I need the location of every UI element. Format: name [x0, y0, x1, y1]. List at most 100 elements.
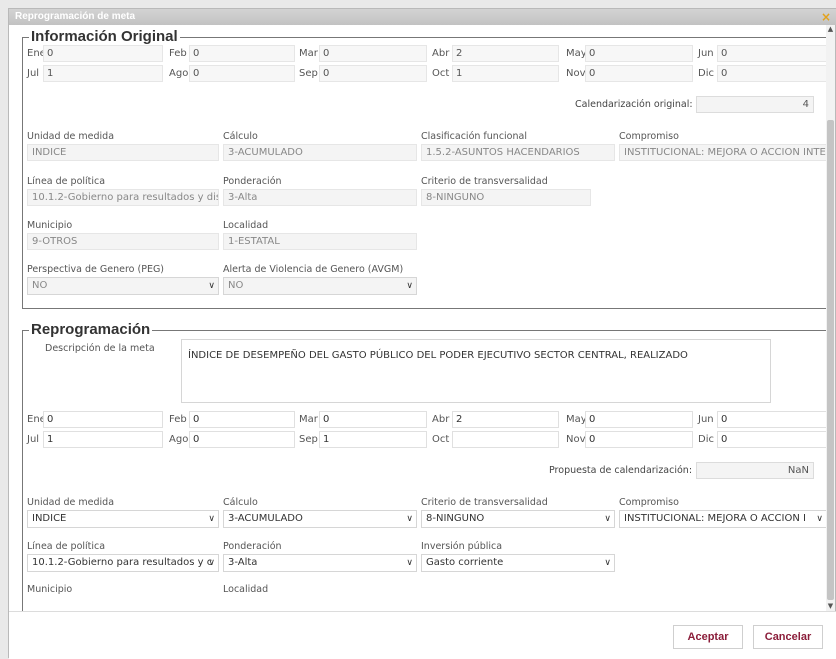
- propuesta-label: Propuesta de calendarización:: [549, 465, 693, 476]
- calculo-label: Cálculo: [223, 131, 258, 142]
- month-input[interactable]: 0: [717, 431, 827, 448]
- criterio-label: Criterio de transversalidad: [421, 176, 548, 187]
- chevron-down-icon: ∨: [208, 281, 215, 291]
- month-label: Ago: [169, 434, 189, 445]
- compromiso-value: INSTITUCIONAL: MEJORA O ACCION I: [624, 513, 806, 524]
- linea-value: 10.1.2-Gobierno para resultados y c: [32, 557, 213, 568]
- avgm-select[interactable]: NO ∨: [223, 277, 417, 295]
- localidad-value: 1-ESTATAL: [223, 233, 417, 250]
- month-label: Abr: [432, 414, 450, 425]
- month-input[interactable]: 0: [585, 431, 693, 448]
- month-label: May: [566, 48, 587, 59]
- linea-label: Línea de política: [27, 541, 106, 552]
- calendarizacion-original-label: Calendarización original:: [575, 99, 693, 110]
- month-input[interactable]: 0: [319, 411, 427, 428]
- month-value: 0: [585, 65, 693, 82]
- scroll-down-icon[interactable]: ▼: [826, 602, 835, 611]
- vertical-scrollbar[interactable]: ▲ ▼: [826, 25, 835, 611]
- month-label: Feb: [169, 414, 187, 425]
- criterio-label: Criterio de transversalidad: [421, 497, 548, 508]
- compromiso-select[interactable]: INSTITUCIONAL: MEJORA O ACCION I ∨: [619, 510, 827, 528]
- unidad-label: Unidad de medida: [27, 497, 115, 508]
- month-label: Nov: [566, 434, 586, 445]
- dialog-title: Reprogramación de meta: [15, 11, 136, 22]
- month-input[interactable]: 0: [43, 411, 163, 428]
- reprog-months-row1: Ene 0 Feb 0 Mar 0 Abr 2 May 0 Jun 0: [23, 411, 831, 431]
- ponderacion-label: Ponderación: [223, 176, 282, 187]
- municipio-label: Municipio: [27, 220, 73, 231]
- chevron-down-icon: ∨: [208, 514, 215, 524]
- dialog-titlebar[interactable]: Reprogramación de meta: [9, 9, 836, 25]
- month-value: 0: [717, 65, 827, 82]
- month-label: May: [566, 414, 587, 425]
- dialog-footer: Aceptar Cancelar: [9, 611, 836, 659]
- month-label: Oct: [432, 434, 450, 445]
- scroll-up-icon[interactable]: ▲: [826, 25, 835, 34]
- month-value: 0: [585, 45, 693, 62]
- reprogramacion-section: Reprogramación Descripción de la meta ÍN…: [22, 322, 831, 611]
- municipio-label: Municipio: [27, 584, 73, 595]
- criterio-value: 8-NINGUNO: [421, 189, 591, 206]
- propuesta-value: NaN: [696, 462, 814, 479]
- month-label: Mar: [299, 414, 318, 425]
- unidad-value: INDICE: [32, 513, 67, 524]
- scroll-thumb[interactable]: [827, 120, 834, 600]
- calculo-label: Cálculo: [223, 497, 258, 508]
- calendarizacion-original-value: 4: [696, 96, 814, 113]
- inversion-label: Inversión pública: [421, 541, 503, 552]
- localidad-label: Localidad: [223, 220, 269, 231]
- month-input[interactable]: 0: [189, 431, 295, 448]
- month-input[interactable]: 1: [43, 431, 163, 448]
- month-value: 0: [717, 45, 827, 62]
- month-input[interactable]: 0: [717, 411, 827, 428]
- month-label: Jul: [27, 68, 40, 79]
- descripcion-textarea[interactable]: ÍNDICE DE DESEMPEÑO DEL GASTO PÚBLICO DE…: [181, 339, 771, 403]
- unidad-value: INDICE: [27, 144, 219, 161]
- criterio-value: 8-NINGUNO: [426, 513, 485, 524]
- calculo-select[interactable]: 3-ACUMULADO ∨: [223, 510, 417, 528]
- inversion-select[interactable]: Gasto corriente ∨: [421, 554, 615, 572]
- month-value: 0: [189, 65, 295, 82]
- chevron-down-icon: ∨: [604, 558, 611, 568]
- municipio-value: 9-OTROS: [27, 233, 219, 250]
- reprog-months-row2: Jul 1 Ago 0 Sep 1 Oct Nov 0 Dic 0: [23, 431, 831, 451]
- avgm-value: NO: [228, 280, 244, 291]
- descripcion-label: Descripción de la meta: [45, 343, 155, 354]
- chevron-down-icon: ∨: [406, 558, 413, 568]
- section-title: Información Original: [29, 28, 180, 45]
- ponderacion-value: 3-Alta: [228, 557, 258, 568]
- ponderacion-select[interactable]: 3-Alta ∨: [223, 554, 417, 572]
- accept-button[interactable]: Aceptar: [673, 625, 743, 649]
- section-title: Reprogramación: [29, 321, 153, 338]
- month-input[interactable]: 1: [319, 431, 427, 448]
- original-months-row2: Jul 1 Ago 0 Sep 0 Oct 1 Nov 0 Dic 0: [23, 65, 831, 85]
- calculo-value: 3-ACUMULADO: [223, 144, 417, 161]
- month-label: Dic: [698, 434, 714, 445]
- unidad-label: Unidad de medida: [27, 131, 115, 142]
- dialog-content[interactable]: Información Original Ene 0 Feb 0 Mar 0 A…: [9, 25, 836, 611]
- linea-select[interactable]: 10.1.2-Gobierno para resultados y c ∨: [27, 554, 219, 572]
- month-label: Jun: [698, 414, 714, 425]
- compromiso-value: INSTITUCIONAL: MEJORA O ACCION INTE: [619, 144, 827, 161]
- month-label: Oct: [432, 68, 450, 79]
- peg-select[interactable]: NO ∨: [27, 277, 219, 295]
- chevron-down-icon: ∨: [208, 558, 215, 568]
- cancel-button[interactable]: Cancelar: [753, 625, 823, 649]
- ponderacion-label: Ponderación: [223, 541, 282, 552]
- clasificacion-label: Clasificación funcional: [421, 131, 527, 142]
- compromiso-label: Compromiso: [619, 497, 679, 508]
- localidad-label: Localidad: [223, 584, 269, 595]
- month-input[interactable]: 0: [189, 411, 295, 428]
- month-value: 1: [452, 65, 559, 82]
- unidad-select[interactable]: INDICE ∨: [27, 510, 219, 528]
- close-icon[interactable]: ×: [819, 10, 833, 24]
- compromiso-label: Compromiso: [619, 131, 679, 142]
- month-input[interactable]: 2: [452, 411, 559, 428]
- month-value: 2: [452, 45, 559, 62]
- criterio-select[interactable]: 8-NINGUNO ∨: [421, 510, 615, 528]
- month-input[interactable]: 0: [585, 411, 693, 428]
- month-input[interactable]: [452, 431, 559, 448]
- month-label: Dic: [698, 68, 714, 79]
- month-label: Jun: [698, 48, 714, 59]
- avgm-label: Alerta de Violencia de Genero (AVGM): [223, 264, 404, 275]
